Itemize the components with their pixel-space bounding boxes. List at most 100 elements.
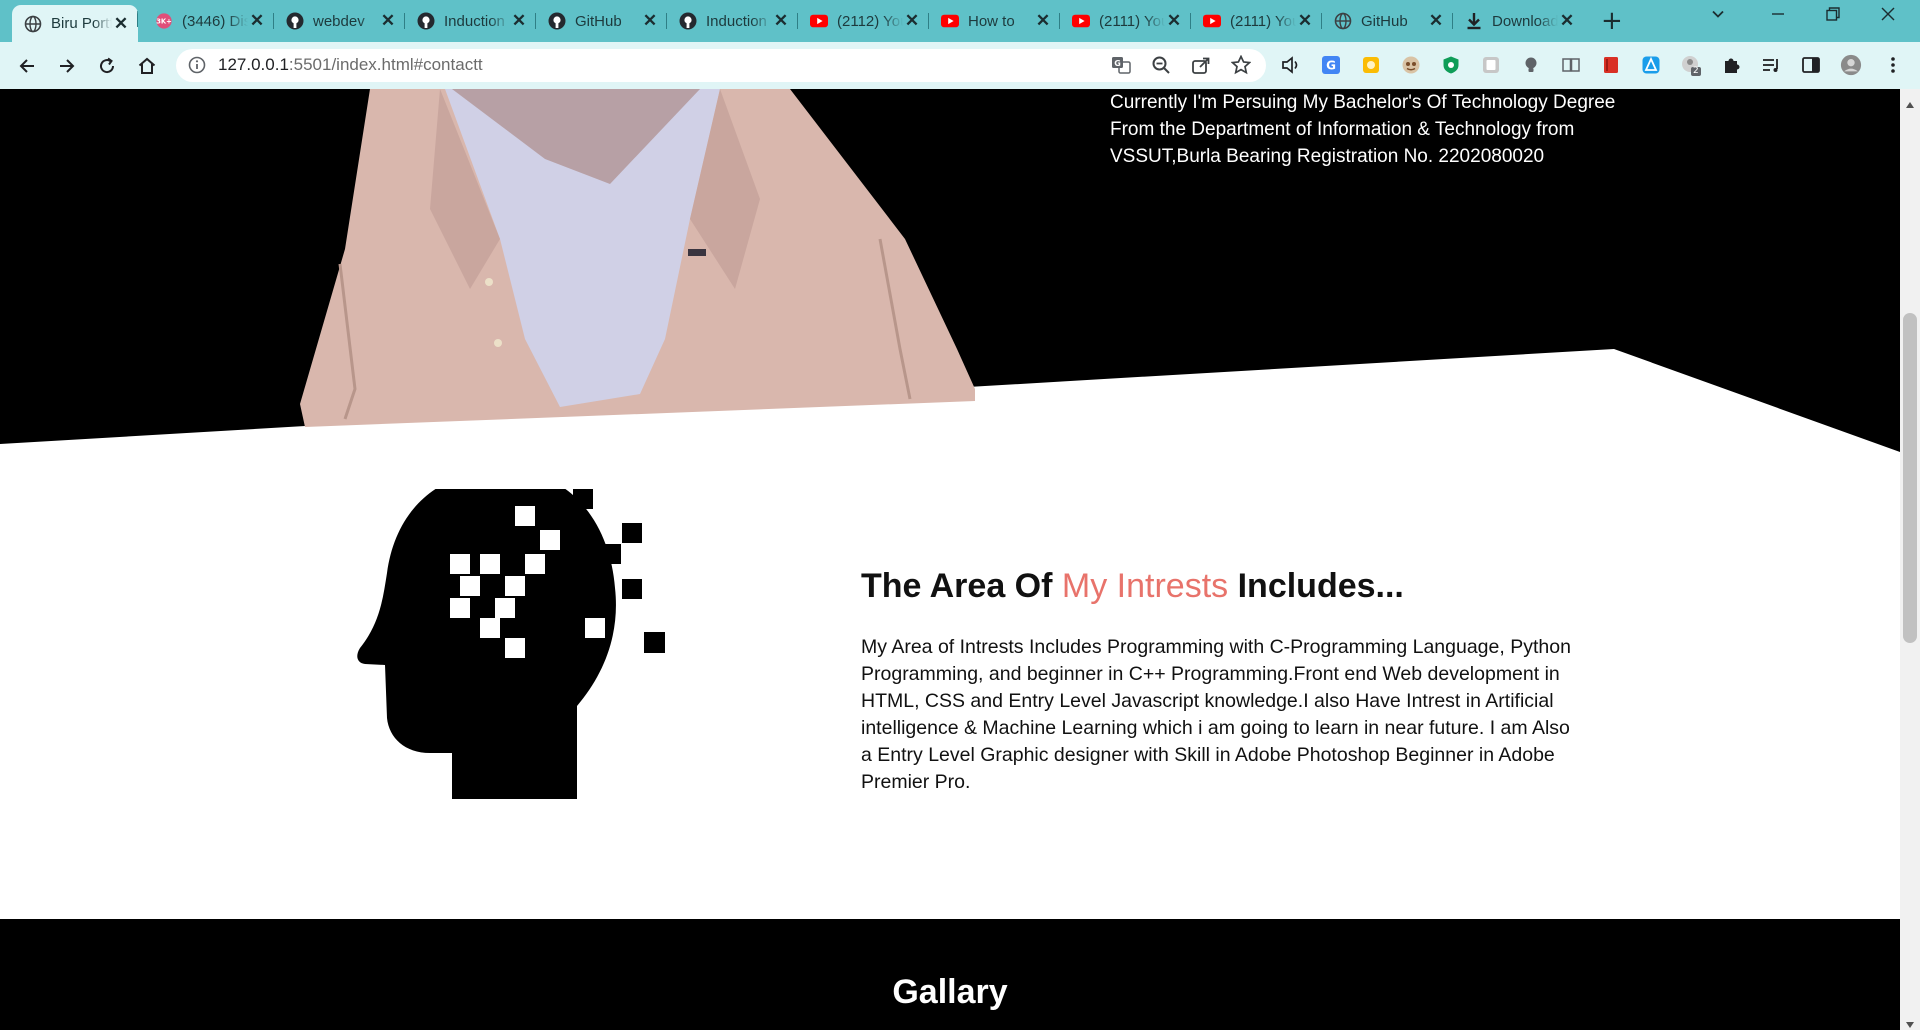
github-icon bbox=[286, 12, 304, 30]
close-tab-icon[interactable]: ✕ bbox=[1034, 11, 1052, 31]
tab-title: Induction bbox=[706, 12, 767, 30]
tab-how-to[interactable]: How to ✕ bbox=[929, 7, 1060, 35]
tab-title: (2112) YouTube bbox=[837, 12, 903, 30]
tab-title: GitHub bbox=[1361, 12, 1408, 30]
interests-heading: The Area Of My Intrests Includes... bbox=[861, 567, 1404, 606]
badge-count: 3K+ bbox=[156, 18, 172, 26]
badge-icon: 3K+ bbox=[155, 12, 173, 30]
youtube-icon bbox=[1203, 12, 1221, 30]
url-path: :5501/index.html#contactt bbox=[288, 55, 483, 74]
close-tab-icon[interactable]: ✕ bbox=[510, 11, 528, 31]
about-line: VSSUT,Burla Bearing Registration No. 220… bbox=[1110, 146, 1545, 167]
forward-button[interactable] bbox=[52, 51, 82, 81]
close-tab-icon[interactable]: ✕ bbox=[112, 14, 130, 34]
tab-induction-2[interactable]: Induction ✕ bbox=[667, 7, 798, 35]
address-text[interactable]: 127.0.0.1:5501/index.html#contactt bbox=[218, 55, 483, 75]
svg-text:G: G bbox=[1114, 59, 1121, 68]
close-tab-icon[interactable]: ✕ bbox=[903, 11, 921, 31]
zoom-icon[interactable] bbox=[1150, 54, 1172, 76]
scrollbar-thumb[interactable] bbox=[1903, 313, 1917, 643]
gallery-heading: Gallary bbox=[892, 973, 1008, 1011]
globe-icon bbox=[1334, 12, 1352, 30]
app-store-extension-icon[interactable] bbox=[1640, 54, 1662, 76]
translate-icon[interactable]: G bbox=[1110, 54, 1132, 76]
tab-downloads[interactable]: Downloads ✕ bbox=[1453, 7, 1584, 35]
notes-extension-icon[interactable] bbox=[1360, 54, 1382, 76]
url-host: 127.0.0.1 bbox=[218, 55, 289, 74]
tab-discord[interactable]: 3K+ (3446) Discord ✕ bbox=[143, 7, 274, 35]
profile-avatar-icon[interactable] bbox=[1840, 54, 1862, 76]
github-icon bbox=[679, 12, 697, 30]
avatar-extension-icon[interactable] bbox=[1400, 54, 1422, 76]
tab-title: How to bbox=[968, 12, 1015, 30]
close-tab-icon[interactable]: ✕ bbox=[1558, 11, 1576, 31]
close-window-button[interactable] bbox=[1880, 6, 1896, 27]
tab-title: Biru Portfolio bbox=[51, 15, 112, 32]
bookmark-star-icon[interactable] bbox=[1230, 54, 1252, 76]
download-icon bbox=[1465, 12, 1483, 30]
tab-title: GitHub bbox=[575, 12, 622, 30]
minimize-button[interactable] bbox=[1770, 6, 1786, 27]
github-icon bbox=[548, 12, 566, 30]
back-button[interactable] bbox=[12, 51, 42, 81]
extensions-puzzle-icon[interactable] bbox=[1720, 54, 1742, 76]
tab-title: Downloads bbox=[1492, 12, 1558, 30]
reader-extension-icon[interactable] bbox=[1560, 54, 1582, 76]
svg-text:G: G bbox=[1326, 59, 1336, 73]
share-icon[interactable] bbox=[1190, 54, 1212, 76]
new-tab-button[interactable]: + bbox=[1601, 7, 1623, 35]
about-paragraph: Currently I'm Persuing My Bachelor's Of … bbox=[1110, 89, 1670, 170]
close-tab-icon[interactable]: ✕ bbox=[1427, 11, 1445, 31]
youtube-icon bbox=[941, 12, 959, 30]
scroll-down-arrow-icon[interactable] bbox=[1905, 1014, 1915, 1028]
restore-button[interactable] bbox=[1825, 6, 1841, 27]
close-tab-icon[interactable]: ✕ bbox=[1296, 11, 1314, 31]
github-icon bbox=[417, 12, 435, 30]
menu-kebab-icon[interactable] bbox=[1882, 54, 1904, 76]
about-line: Currently I'm Persuing My Bachelor's Of … bbox=[1110, 92, 1616, 113]
heading-end: Includes... bbox=[1228, 567, 1404, 605]
tab-webdev[interactable]: webdev ✕ bbox=[274, 7, 405, 35]
read-aloud-extension-icon[interactable] bbox=[1280, 54, 1302, 76]
page-viewport: Currently I'm Persuing My Bachelor's Of … bbox=[0, 89, 1900, 1030]
close-tab-icon[interactable]: ✕ bbox=[248, 11, 266, 31]
tab-search-icon[interactable] bbox=[1710, 6, 1726, 27]
heading-start: The Area Of bbox=[861, 567, 1062, 605]
tab-github[interactable]: GitHub ✕ bbox=[536, 7, 667, 35]
youtube-icon bbox=[1072, 12, 1090, 30]
bulb-extension-icon[interactable] bbox=[1520, 54, 1542, 76]
youtube-icon bbox=[810, 12, 828, 30]
tab-biru-portfolio[interactable]: Biru Portfolio ✕ bbox=[12, 5, 138, 42]
head-pixels-icon bbox=[357, 489, 665, 799]
heading-accent: My Intrests bbox=[1061, 567, 1229, 605]
close-tab-icon[interactable]: ✕ bbox=[772, 11, 790, 31]
home-button[interactable] bbox=[132, 51, 162, 81]
globe-icon bbox=[24, 15, 42, 33]
close-tab-icon[interactable]: ✕ bbox=[641, 11, 659, 31]
tab-youtube-2112[interactable]: (2112) YouTube ✕ bbox=[798, 7, 929, 35]
tab-title: Induction bbox=[444, 12, 505, 30]
close-tab-icon[interactable]: ✕ bbox=[1165, 11, 1183, 31]
side-panel-icon[interactable] bbox=[1800, 54, 1822, 76]
scroll-up-arrow-icon[interactable] bbox=[1905, 94, 1915, 108]
about-line: From the Department of Information & Tec… bbox=[1110, 119, 1575, 140]
tab-title: (3446) Discord bbox=[182, 12, 248, 30]
google-translate-extension-icon[interactable]: G bbox=[1320, 54, 1342, 76]
shield-extension-icon[interactable] bbox=[1440, 54, 1462, 76]
interests-paragraph: My Area of Intrests Includes Programming… bbox=[861, 636, 1571, 793]
site-info-icon[interactable] bbox=[188, 56, 206, 74]
tab-induction[interactable]: Induction ✕ bbox=[405, 7, 536, 35]
media-control-icon[interactable] bbox=[1760, 54, 1782, 76]
tab-github-2[interactable]: GitHub ✕ bbox=[1322, 7, 1453, 35]
tab-title: (2111) YouTube bbox=[1230, 12, 1296, 30]
extension-badge: 2 bbox=[1693, 66, 1699, 76]
tab-title: (2111) YouTube bbox=[1099, 12, 1165, 30]
tab-manager-extension-icon[interactable] bbox=[1480, 54, 1502, 76]
red-book-extension-icon[interactable] bbox=[1600, 54, 1622, 76]
close-tab-icon[interactable]: ✕ bbox=[379, 11, 397, 31]
reload-button[interactable] bbox=[92, 51, 122, 81]
profile-switch-extension-icon[interactable]: 2 bbox=[1680, 54, 1702, 76]
tab-youtube-2111-b[interactable]: (2111) YouTube ✕ bbox=[1191, 7, 1322, 35]
tab-title: webdev bbox=[313, 12, 365, 30]
tab-youtube-2111[interactable]: (2111) YouTube ✕ bbox=[1060, 7, 1191, 35]
